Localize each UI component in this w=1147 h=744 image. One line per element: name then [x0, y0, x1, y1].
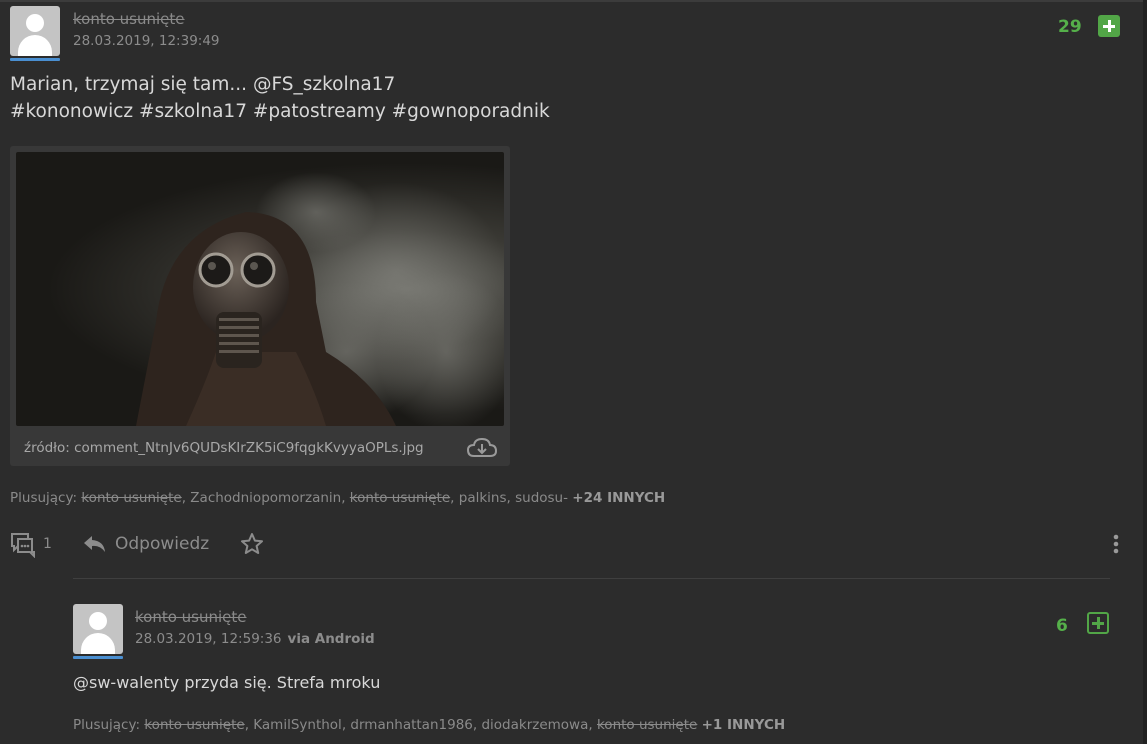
- image-source[interactable]: źródło: comment_NtnJv6QUDsKIrZK5iC9fqgkK…: [24, 440, 424, 456]
- post-date[interactable]: 28.03.2019, 12:39:49: [73, 33, 220, 49]
- gas-mask-figure: [136, 172, 504, 426]
- upvote-button[interactable]: [1098, 15, 1120, 37]
- voter-link[interactable]: konto usunięte: [144, 717, 244, 733]
- avatar-underline: [10, 58, 60, 61]
- post-author[interactable]: konto usunięte: [73, 10, 185, 28]
- download-icon[interactable]: [466, 436, 498, 460]
- reply-label: Odpowiedz: [115, 534, 210, 554]
- more-voters-link[interactable]: +1 INNYCH: [702, 717, 786, 733]
- top-border: [0, 0, 1147, 2]
- reply-date: 28.03.2019, 12:59:36 via Android: [135, 631, 375, 647]
- voter-link[interactable]: sudosu-: [515, 490, 568, 506]
- reply-button[interactable]: Odpowiedz: [82, 528, 209, 560]
- reply-vote-count: 6: [1056, 616, 1068, 636]
- voter-link[interactable]: palkins: [459, 490, 507, 506]
- reply-avatar-underline: [73, 656, 123, 659]
- reply-upvote-button[interactable]: [1087, 612, 1109, 634]
- source-filename[interactable]: comment_NtnJv6QUDsKIrZK5iC9fqgkKvyyaOPLs…: [74, 440, 423, 456]
- scroll-rail[interactable]: [1143, 0, 1147, 744]
- voter-link[interactable]: konto usunięte: [597, 717, 697, 733]
- voters-label: Plusujący:: [10, 490, 78, 506]
- more-options-button[interactable]: [1110, 528, 1122, 560]
- reply-text: @sw-walenty przyda się. Strefa mroku: [73, 673, 380, 692]
- post-actions: 1 Odpowiedz: [10, 528, 1127, 560]
- post-text-line1: Marian, trzymaj się tam... @FS_szkolna17: [10, 74, 396, 95]
- avatar[interactable]: [10, 6, 60, 56]
- reply-avatar[interactable]: [73, 604, 123, 654]
- reply-icon: [84, 536, 105, 552]
- more-voters-link[interactable]: +24 INNYCH: [572, 490, 665, 506]
- reply-mention[interactable]: @sw-walenty: [73, 673, 179, 692]
- vote-count: 29: [1058, 17, 1082, 37]
- voter-link[interactable]: KamilSynthol: [253, 717, 342, 733]
- voters-label: Plusujący:: [73, 717, 141, 733]
- embedded-photo[interactable]: [16, 152, 504, 426]
- comments-button[interactable]: 1: [10, 528, 52, 560]
- source-label: źródło:: [24, 440, 70, 456]
- comments-count: 1: [43, 536, 52, 552]
- post-text-line2: #kononowicz #szkolna17 #patostreamy #gow…: [10, 101, 550, 122]
- star-icon: [241, 533, 263, 554]
- voter-link[interactable]: konto usunięte: [81, 490, 181, 506]
- image-embed: źródło: comment_NtnJv6QUDsKIrZK5iC9fqgkK…: [10, 146, 510, 466]
- reply-voters-list: Plusujący: konto usunięte, KamilSynthol,…: [73, 717, 786, 733]
- favorite-button[interactable]: [240, 528, 264, 560]
- voter-link[interactable]: drmanhattan1986: [350, 717, 472, 733]
- kebab-menu-icon: [1113, 534, 1119, 554]
- voter-link[interactable]: diodakrzemowa: [481, 717, 588, 733]
- reply-author[interactable]: konto usunięte: [135, 608, 247, 626]
- voter-link[interactable]: konto usunięte: [350, 490, 450, 506]
- voters-list: Plusujący: konto usunięte, Zachodniopomo…: [10, 490, 666, 506]
- reply-date-text[interactable]: 28.03.2019, 12:59:36: [135, 631, 282, 647]
- comments-icon: [11, 533, 35, 558]
- voter-link[interactable]: Zachodniopomorzanin: [190, 490, 341, 506]
- reply-divider: [73, 578, 1110, 579]
- reply-text-body: przyda się. Strefa mroku: [179, 673, 381, 692]
- reply-via: via Android: [287, 631, 375, 647]
